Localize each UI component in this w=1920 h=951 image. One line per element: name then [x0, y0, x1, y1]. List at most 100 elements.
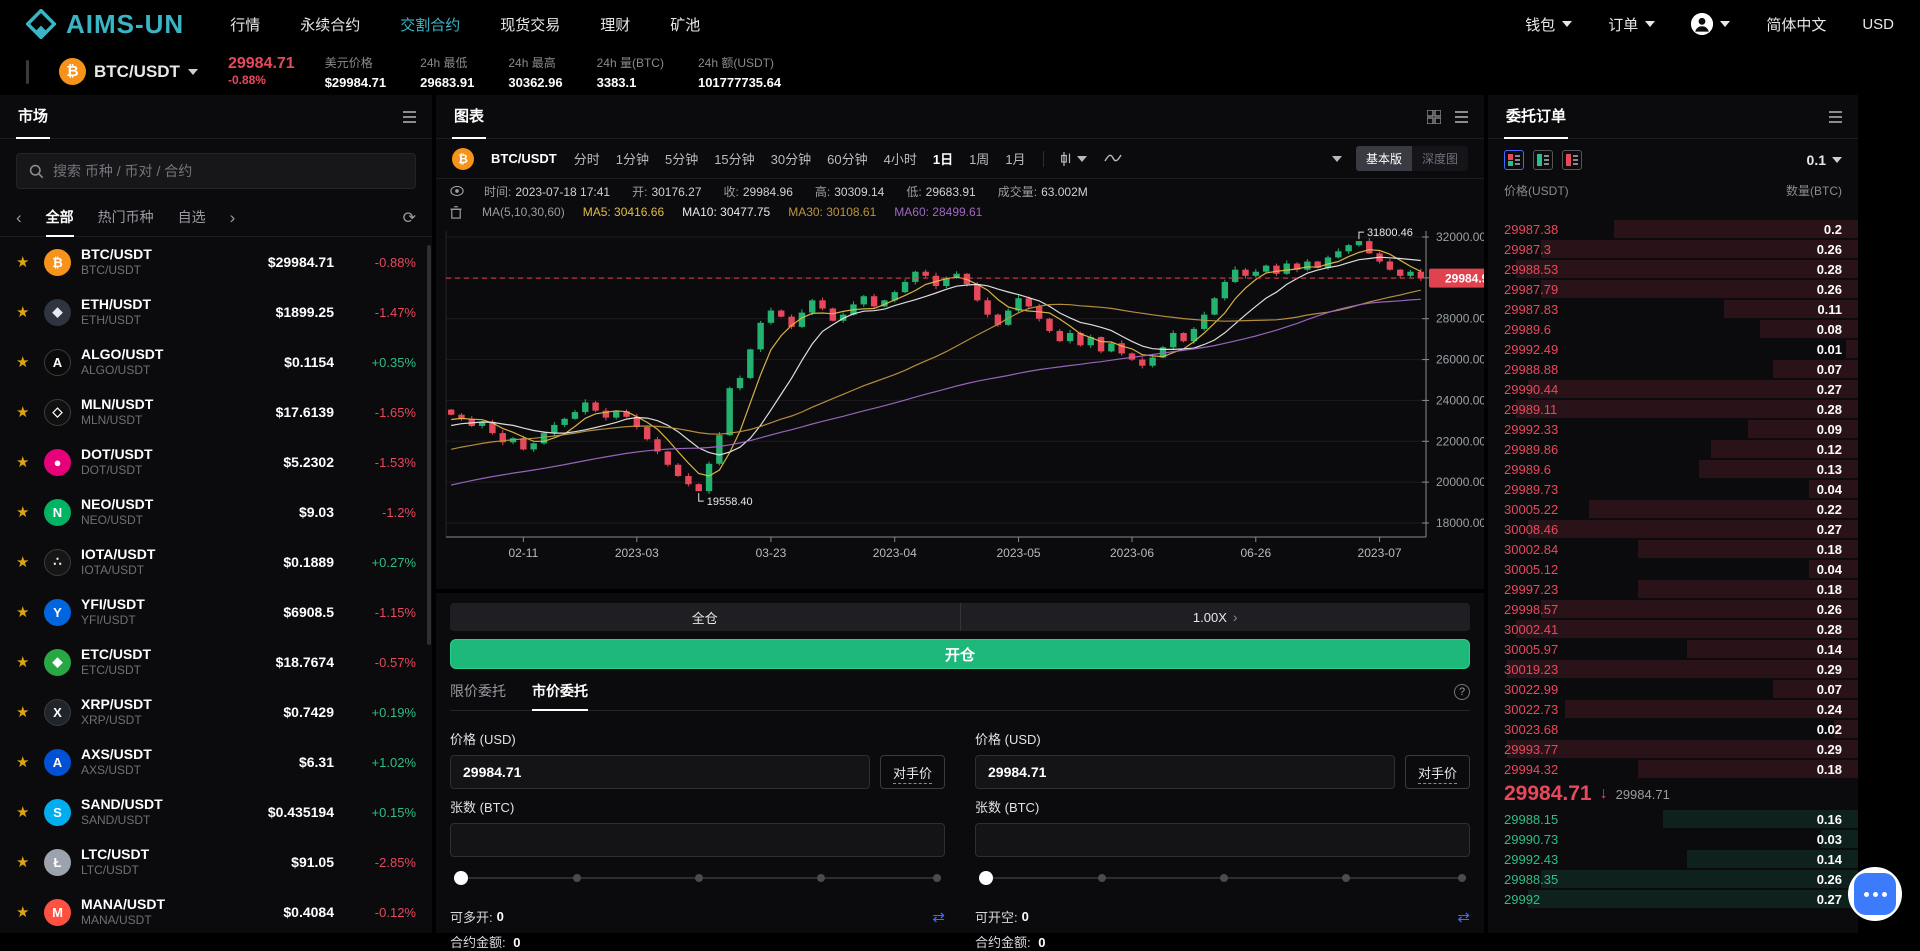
nav-item-0[interactable]: 行情 [230, 14, 260, 35]
currency-switch[interactable]: USD [1862, 16, 1894, 33]
collapse-handle[interactable] [26, 60, 29, 84]
refresh-icon[interactable]: ⟳ [403, 208, 416, 228]
slider-thumb[interactable] [454, 871, 468, 885]
line-chart-icon[interactable] [1104, 151, 1122, 166]
chart-view-1[interactable]: 深度图 [1412, 146, 1468, 171]
last-price-row[interactable]: 29984.71 ↓ 29984.71 [1488, 779, 1858, 809]
precision-dropdown[interactable]: 0.1 [1807, 152, 1842, 168]
ask-row[interactable]: 29989.60.08 [1488, 319, 1858, 339]
ask-row[interactable]: 30022.990.07 [1488, 679, 1858, 699]
ask-row[interactable]: 29987.830.11 [1488, 299, 1858, 319]
margin-mode-button[interactable]: 全仓 [450, 603, 960, 631]
coin-list-item[interactable]: ★SSAND/USDTSAND/USDT$0.435194+0.15% [0, 787, 432, 837]
brand-logo[interactable]: AIMS-UN [26, 9, 184, 40]
orderbook-tab[interactable]: 委托订单 [1504, 95, 1568, 139]
ask-row[interactable]: 29989.730.04 [1488, 479, 1858, 499]
coin-list-item[interactable]: ★∴IOTA/USDTIOTA/USDT$0.1889+0.27% [0, 537, 432, 587]
interval-1月[interactable]: 1月 [1005, 149, 1025, 168]
interval-1分钟[interactable]: 1分钟 [616, 149, 649, 168]
ask-row[interactable]: 29993.770.29 [1488, 739, 1858, 759]
market-tab-2[interactable]: 自选 [178, 199, 206, 237]
long-counter-price-button[interactable]: 对手价 [880, 755, 945, 789]
search-input[interactable] [53, 163, 403, 179]
market-menu-icon[interactable] [403, 111, 416, 123]
ask-row[interactable]: 30023.680.02 [1488, 719, 1858, 739]
favorite-star-icon[interactable]: ★ [16, 253, 34, 271]
orders-menu[interactable]: 订单 [1608, 14, 1655, 35]
coin-list-item[interactable]: ★₿BTC/USDTBTC/USDT$29984.71-0.88% [0, 237, 432, 287]
order-tab-0[interactable]: 限价委托 [450, 673, 506, 711]
ask-row[interactable]: 30002.410.28 [1488, 619, 1858, 639]
chat-widget-button[interactable] [1848, 867, 1902, 921]
book-view-both-icon[interactable] [1504, 150, 1524, 170]
favorite-star-icon[interactable]: ★ [16, 303, 34, 321]
layout-grid-icon[interactable] [1427, 110, 1441, 124]
coin-list-item[interactable]: ★AALGO/USDTALGO/USDT$0.1154+0.35% [0, 337, 432, 387]
nav-item-1[interactable]: 永续合约 [300, 14, 360, 35]
market-tab-1[interactable]: 热门币种 [98, 199, 154, 237]
ask-row[interactable]: 29988.530.28 [1488, 259, 1858, 279]
short-qty-slider[interactable] [979, 871, 1466, 885]
coin-list-item[interactable]: ★ŁLTC/USDTLTC/USDT$91.05-2.85% [0, 837, 432, 887]
tabs-prev-arrow[interactable]: ‹ [16, 208, 22, 228]
coin-list-item[interactable]: ★MMANA/USDTMANA/USDT$0.4084-0.12% [0, 887, 432, 933]
favorite-star-icon[interactable]: ★ [16, 903, 34, 921]
favorite-star-icon[interactable]: ★ [16, 753, 34, 771]
ask-row[interactable]: 29987.30.26 [1488, 239, 1858, 259]
market-scrollbar[interactable] [427, 245, 431, 645]
open-position-button[interactable]: 开仓 [450, 639, 1470, 669]
ask-row[interactable]: 29994.320.18 [1488, 759, 1858, 779]
interval-5分钟[interactable]: 5分钟 [665, 149, 698, 168]
pair-selector[interactable]: ₿ BTC/USDT [59, 58, 198, 85]
favorite-star-icon[interactable]: ★ [16, 453, 34, 471]
leverage-button[interactable]: 1.00X › [961, 603, 1471, 631]
short-counter-price-button[interactable]: 对手价 [1405, 755, 1470, 789]
eye-icon[interactable] [450, 185, 464, 197]
account-menu[interactable] [1691, 13, 1730, 35]
market-tab-0[interactable]: 全部 [46, 199, 74, 237]
interval-15分钟[interactable]: 15分钟 [714, 149, 754, 168]
coin-list-item[interactable]: ★AAXS/USDTAXS/USDT$6.31+1.02% [0, 737, 432, 787]
favorite-star-icon[interactable]: ★ [16, 503, 34, 521]
nav-item-4[interactable]: 理财 [600, 14, 630, 35]
swap-icon[interactable]: ⇄ [1457, 908, 1470, 926]
favorite-star-icon[interactable]: ★ [16, 653, 34, 671]
slider-thumb[interactable] [979, 871, 993, 885]
ask-row[interactable]: 30022.730.24 [1488, 699, 1858, 719]
bid-row[interactable]: 299920.27 [1488, 889, 1858, 909]
coin-list-item[interactable]: ★◆ETC/USDTETC/USDT$18.7674-0.57% [0, 637, 432, 687]
long-qty-input[interactable] [450, 823, 945, 857]
ask-row[interactable]: 29989.60.13 [1488, 459, 1858, 479]
indicator-dropdown-icon[interactable] [1332, 156, 1342, 162]
swap-icon[interactable]: ⇄ [932, 908, 945, 926]
bid-row[interactable]: 29988.350.26 [1488, 869, 1858, 889]
ask-row[interactable]: 30005.220.22 [1488, 499, 1858, 519]
ask-row[interactable]: 29988.880.07 [1488, 359, 1858, 379]
nav-item-2[interactable]: 交割合约 [400, 14, 460, 35]
bid-row[interactable]: 29988.150.16 [1488, 809, 1858, 829]
ask-row[interactable]: 29987.380.2 [1488, 219, 1858, 239]
coin-list-item[interactable]: ★◇MLN/USDTMLN/USDT$17.6139-1.65% [0, 387, 432, 437]
book-view-bids-icon[interactable] [1533, 150, 1553, 170]
ask-row[interactable]: 29992.330.09 [1488, 419, 1858, 439]
long-price-input[interactable] [450, 755, 870, 789]
chart-tab[interactable]: 图表 [452, 95, 486, 139]
ask-row[interactable]: 29997.230.18 [1488, 579, 1858, 599]
interval-60分钟[interactable]: 60分钟 [827, 149, 867, 168]
candle-type-dropdown[interactable] [1061, 152, 1087, 166]
order-tab-1[interactable]: 市价委托 [532, 673, 588, 711]
nav-item-5[interactable]: 矿池 [670, 14, 700, 35]
coin-list-item[interactable]: ★XXRP/USDTXRP/USDT$0.7429+0.19% [0, 687, 432, 737]
interval-30分钟[interactable]: 30分钟 [771, 149, 811, 168]
ask-row[interactable]: 29990.440.27 [1488, 379, 1858, 399]
short-price-input[interactable] [975, 755, 1395, 789]
coin-list-item[interactable]: ★YYFI/USDTYFI/USDT$6908.5-1.15% [0, 587, 432, 637]
coin-list-item[interactable]: ★◆ETH/USDTETH/USDT$1899.25-1.47% [0, 287, 432, 337]
short-qty-input[interactable] [975, 823, 1470, 857]
ask-row[interactable]: 29989.860.12 [1488, 439, 1858, 459]
interval-4小时[interactable]: 4小时 [884, 149, 917, 168]
chart-view-0[interactable]: 基本版 [1356, 146, 1412, 171]
orderbook-menu-icon[interactable] [1829, 111, 1842, 123]
favorite-star-icon[interactable]: ★ [16, 853, 34, 871]
bid-row[interactable]: 29992.430.14 [1488, 849, 1858, 869]
